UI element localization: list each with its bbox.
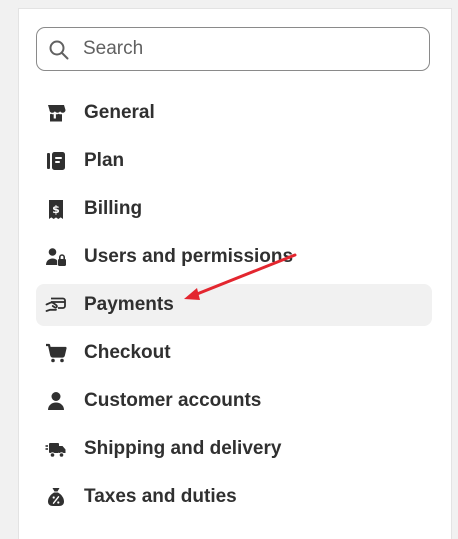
nav-item-label: Shipping and delivery: [84, 438, 282, 459]
person-icon: [48, 392, 64, 410]
nav-item-label: Customer accounts: [84, 390, 262, 411]
nav-item-shipping-and-delivery[interactable]: Shipping and delivery: [36, 428, 432, 470]
nav-item-label: Payments: [84, 294, 174, 315]
nav-item-users-and-permissions[interactable]: Users and permissions: [36, 236, 432, 278]
plan-icon: [47, 152, 65, 170]
nav-item-taxes-and-duties[interactable]: Taxes and duties: [36, 476, 432, 518]
nav-item-label: Users and permissions: [84, 246, 294, 267]
settings-nav: General Plan $ Billing Users and permiss…: [36, 92, 432, 524]
nav-item-label: Plan: [84, 150, 125, 171]
nav-item-plan[interactable]: Plan: [36, 140, 432, 182]
tax-bag-icon: [48, 488, 64, 506]
billing-receipt-icon: $: [49, 200, 63, 219]
nav-item-billing[interactable]: $ Billing: [36, 188, 432, 230]
nav-item-customer-accounts[interactable]: Customer accounts: [36, 380, 432, 422]
cart-icon: [46, 343, 67, 363]
payments-hand-card-icon: [45, 297, 66, 312]
search-icon: [49, 40, 69, 60]
nav-item-label: Billing: [84, 198, 143, 219]
search-input[interactable]: [83, 28, 413, 70]
store-icon: [48, 105, 66, 122]
truck-icon: [45, 443, 66, 458]
nav-item-label: Checkout: [84, 342, 171, 363]
nav-item-label: General: [84, 102, 155, 123]
nav-item-checkout[interactable]: Checkout: [36, 332, 432, 374]
users-lock-icon: [46, 248, 66, 266]
nav-item-label: Taxes and duties: [84, 486, 237, 507]
search-field[interactable]: [36, 27, 430, 71]
svg-text:$: $: [52, 203, 60, 216]
nav-item-payments[interactable]: Payments: [36, 284, 432, 326]
nav-item-general[interactable]: General: [36, 92, 432, 134]
